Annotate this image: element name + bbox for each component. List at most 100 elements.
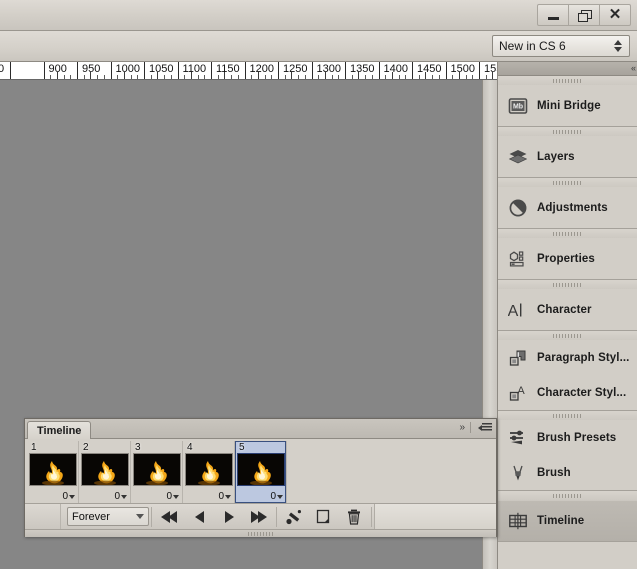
panel-tab-timeline[interactable]: Timeline	[498, 500, 637, 541]
panel-group-grip[interactable]	[498, 178, 637, 187]
character-styles-icon: A	[508, 383, 528, 403]
panel-group-grip[interactable]	[498, 280, 637, 289]
panel-group: Properties	[498, 229, 637, 280]
workspace-switcher[interactable]: New in CS 6	[492, 35, 630, 57]
select-previous-frame-button[interactable]	[184, 505, 214, 529]
close-button[interactable]: ✕	[599, 4, 631, 26]
ruler-minor-tick	[385, 75, 387, 79]
ruler-minor-tick	[103, 75, 105, 79]
ruler-minor-tick	[217, 75, 219, 79]
restore-button[interactable]	[568, 4, 600, 26]
play-animation-button[interactable]	[214, 505, 244, 529]
divider	[470, 422, 471, 433]
timeline-frame[interactable]: 20	[79, 441, 131, 503]
frame-thumbnail[interactable]	[81, 453, 129, 486]
frame-delay-value: 0	[62, 491, 68, 502]
ruler-minor-tick	[338, 75, 340, 79]
panel-group-grip[interactable]	[498, 76, 637, 85]
panel-group-grip[interactable]	[498, 331, 637, 340]
ruler-minor-tick	[56, 72, 58, 79]
ruler-tick	[10, 62, 11, 79]
panel-menu-icon[interactable]	[478, 422, 492, 433]
close-icon: ✕	[608, 6, 622, 23]
frame-thumbnail[interactable]	[133, 453, 181, 486]
timeline-frame[interactable]: 50	[235, 441, 287, 503]
horizontal-ruler[interactable]: 0900950100010501100115012001250130013501…	[0, 62, 497, 80]
ruler-minor-tick	[452, 75, 454, 79]
panel-tab-character-styl[interactable]: A Character Styl...	[498, 375, 637, 410]
panel-tab-layers[interactable]: Layers	[498, 136, 637, 177]
ruler-label: 1450	[417, 63, 442, 75]
select-next-frame-button[interactable]	[244, 505, 274, 529]
minimize-button[interactable]	[537, 4, 569, 26]
ruler-label: 1050	[149, 63, 174, 75]
frame-delay[interactable]: 0	[114, 491, 127, 502]
panel-tab-properties[interactable]: Properties	[498, 238, 637, 279]
ruler-minor-tick	[50, 75, 52, 79]
panel-tab-mini-bridge[interactable]: Mb Mini Bridge	[498, 85, 637, 126]
frame-delay[interactable]: 0	[270, 491, 283, 502]
ruler-minor-tick	[170, 75, 172, 79]
double-chevron-right-icon[interactable]: »	[459, 422, 464, 433]
timeline-frame[interactable]: 10	[27, 441, 79, 503]
double-chevron-left-icon[interactable]: «	[631, 63, 636, 74]
frame-delay[interactable]: 0	[166, 491, 179, 502]
panel-tab-brush[interactable]: Brush	[498, 455, 637, 490]
timeline-frames-strip[interactable]: 1020304050	[25, 439, 496, 504]
ruler-minor-tick	[157, 72, 159, 79]
delete-frame-button[interactable]	[339, 505, 369, 529]
panel-tab-paragraph-styl[interactable]: Paragraph Styl...	[498, 340, 637, 375]
panel-group-grip[interactable]	[498, 229, 637, 238]
loop-option-select[interactable]: Forever	[67, 507, 149, 526]
grip-dots-icon	[552, 180, 583, 185]
frame-thumbnail[interactable]	[237, 453, 285, 486]
ruler-label: 1550	[484, 63, 497, 75]
ruler-minor-tick	[418, 75, 420, 79]
timeline-frame[interactable]: 40	[183, 441, 235, 503]
workspace-label: New in CS 6	[499, 39, 566, 53]
spinner-updown-icon[interactable]	[614, 39, 623, 53]
ruler-minor-tick	[438, 75, 440, 79]
panel-group-grip[interactable]	[498, 127, 637, 136]
step-back-icon	[194, 510, 204, 523]
divider	[151, 506, 152, 527]
panel-tab-character[interactable]: A Character	[498, 289, 637, 330]
frame-delay[interactable]: 0	[218, 491, 231, 502]
ruler-minor-tick	[371, 75, 373, 79]
timeline-tab-bar: Timeline »	[25, 419, 496, 439]
ruler-minor-tick	[331, 75, 333, 79]
ruler-minor-tick	[492, 72, 494, 79]
ruler-minor-tick	[90, 72, 92, 79]
panel-tab-label: Adjustments	[537, 201, 608, 214]
timeline-frame[interactable]: 30	[131, 441, 183, 503]
panel-group: Brush Presets Brush	[498, 411, 637, 491]
ruler-minor-tick	[231, 75, 233, 79]
select-first-frame-button[interactable]	[154, 505, 184, 529]
ruler-minor-tick	[284, 75, 286, 79]
ruler-minor-tick	[432, 75, 434, 79]
panel-tab-adjustments[interactable]: Adjustments	[498, 187, 637, 228]
paragraph-styles-icon	[508, 348, 528, 368]
panel-group-grip[interactable]	[498, 491, 637, 500]
panel-group: A Character	[498, 280, 637, 331]
svg-text:A: A	[508, 303, 519, 320]
panel-group-grip[interactable]	[498, 411, 637, 420]
frame-thumbnail[interactable]	[185, 453, 233, 486]
ruler-label: 1300	[316, 63, 341, 75]
frame-thumbnail[interactable]	[29, 453, 77, 486]
panel-tab-label: Paragraph Styl...	[537, 351, 630, 364]
tab-timeline[interactable]: Timeline	[27, 421, 92, 439]
options-bar: New in CS 6	[0, 31, 637, 62]
frame-delay[interactable]: 0	[62, 491, 75, 502]
tween-frames-button[interactable]	[279, 505, 309, 529]
panel-tab-brush-presets[interactable]: Brush Presets	[498, 420, 637, 455]
panel-group: Paragraph Styl... A Character Styl...	[498, 331, 637, 411]
ruler-minor-tick	[398, 75, 400, 79]
ruler-minor-tick	[358, 72, 360, 79]
frame-delay-value: 0	[218, 491, 224, 502]
skip-back-icon	[161, 510, 177, 523]
tab-timeline-label: Timeline	[37, 424, 82, 437]
character-icon: A	[508, 300, 528, 320]
timeline-resize-grip[interactable]	[25, 530, 496, 537]
duplicate-frame-button[interactable]	[309, 505, 339, 529]
